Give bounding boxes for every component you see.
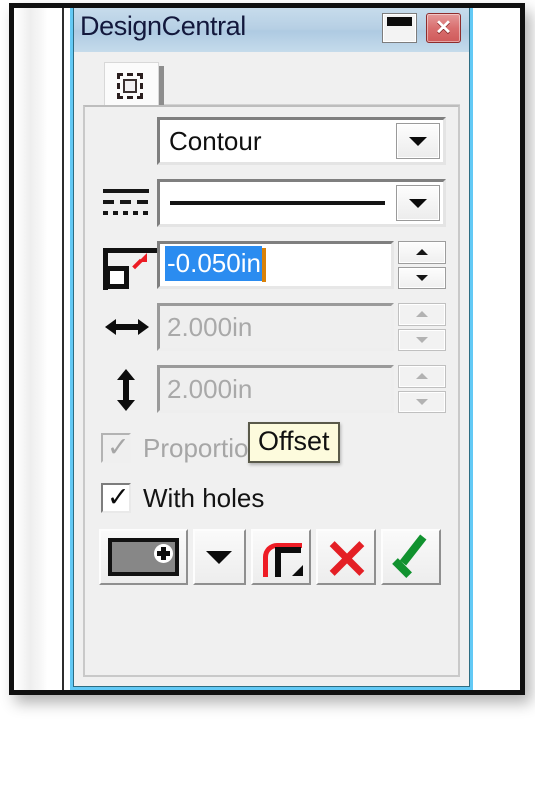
mode-value: Contour [169, 125, 262, 156]
apply-button[interactable] [380, 529, 441, 585]
height-input: 2.000in [157, 365, 394, 413]
line-style-dropdown-button[interactable] [396, 185, 440, 221]
width-value: 2.000in [167, 311, 253, 342]
width-spinfield: 2.000in [157, 303, 446, 351]
with-holes-checkbox-row[interactable]: ✓ With holes [101, 477, 446, 519]
width-row: 2.000in [97, 303, 446, 351]
width-input: 2.000in [157, 303, 394, 351]
solid-line-preview [170, 201, 385, 205]
offset-tooltip: Offset [248, 422, 340, 463]
width-spin-up [398, 303, 446, 326]
width-spinner [398, 303, 446, 351]
minimize-icon [387, 17, 412, 26]
checkmark-icon: ✓ [107, 432, 130, 462]
designcentral-dialog: DesignCentral ✕ Contour -0.050in 2.000in… [70, 8, 473, 690]
with-holes-label: With holes [143, 482, 265, 513]
proportional-checkbox: ✓ [101, 432, 131, 463]
caret-up-icon [416, 249, 428, 256]
dialog-body: Contour -0.050in 2.000in 2.000in ✓ Propo… [74, 52, 469, 686]
cancel-button[interactable] [315, 529, 376, 585]
titlebar: DesignCentral ✕ [74, 8, 469, 53]
offset-spin-down[interactable] [398, 266, 446, 289]
offset-spinfield[interactable]: -0.050in [157, 241, 446, 289]
vertical-arrow-icon [97, 367, 157, 411]
left-page-strip [14, 8, 64, 690]
width-spin-down [398, 328, 446, 351]
height-value: 2.000in [167, 373, 253, 404]
horizontal-arrow-icon [97, 305, 157, 349]
screenshot-root: DesignCentral ✕ Contour -0.050in 2.000in… [0, 0, 535, 785]
with-holes-checkbox[interactable]: ✓ [101, 482, 131, 513]
corner-style-button[interactable] [250, 529, 311, 585]
corner-style-icon [261, 539, 303, 577]
tab-contour[interactable] [104, 62, 159, 105]
minimize-button[interactable] [382, 13, 417, 43]
fill-dropdown-button[interactable] [193, 529, 246, 585]
red-diagonal-arrow-icon [130, 253, 147, 269]
caret-down-icon [416, 274, 428, 281]
plus-badge-icon [154, 544, 174, 563]
window-title: DesignCentral [80, 11, 246, 41]
offset-spin-up[interactable] [398, 241, 446, 264]
checkmark-icon: ✓ [107, 482, 130, 512]
chevron-down-icon [409, 137, 427, 146]
close-button[interactable]: ✕ [426, 13, 461, 43]
mode-combobox[interactable]: Contour [157, 117, 446, 165]
caret-up-icon [416, 311, 428, 318]
swatch-preview [108, 538, 180, 576]
line-style-combobox[interactable] [157, 179, 446, 227]
green-check-icon [383, 531, 439, 583]
offset-spinner[interactable] [398, 241, 446, 289]
image-frame: DesignCentral ✕ Contour -0.050in 2.000in… [9, 3, 525, 695]
red-x-icon [318, 531, 374, 583]
line-style-row [97, 179, 446, 227]
height-spin-up [398, 365, 446, 388]
chevron-down-icon [206, 551, 233, 564]
dashed-square-icon [117, 73, 143, 99]
caret-up-icon [416, 373, 428, 380]
caret-down-icon [416, 336, 428, 343]
chevron-down-icon [409, 199, 427, 208]
height-spin-down [398, 390, 446, 413]
fill-color-swatch[interactable] [99, 529, 189, 585]
action-toolbar [99, 529, 446, 585]
tab-shadow [159, 66, 164, 109]
offset-row: -0.050in [97, 241, 446, 290]
mode-row: Contour [97, 117, 446, 165]
line-style-icon [97, 181, 157, 225]
height-row: 2.000in [97, 365, 446, 413]
offset-value: -0.050in [165, 245, 262, 281]
offset-input[interactable]: -0.050in [157, 241, 394, 289]
flyout-triangle-icon [291, 565, 303, 576]
caret-down-icon [416, 398, 428, 405]
mode-dropdown-button[interactable] [396, 123, 440, 159]
close-icon: ✕ [435, 17, 452, 39]
tab-strip [104, 58, 460, 109]
mode-row-spacer [97, 119, 157, 163]
dialog-inner-frame: DesignCentral ✕ Contour -0.050in 2.000in… [73, 8, 470, 687]
height-spinfield: 2.000in [157, 365, 446, 413]
properties-panel: Contour -0.050in 2.000in 2.000in ✓ Propo… [83, 105, 460, 677]
height-spinner [398, 365, 446, 413]
offset-icon [97, 243, 193, 290]
text-cursor [261, 248, 266, 283]
